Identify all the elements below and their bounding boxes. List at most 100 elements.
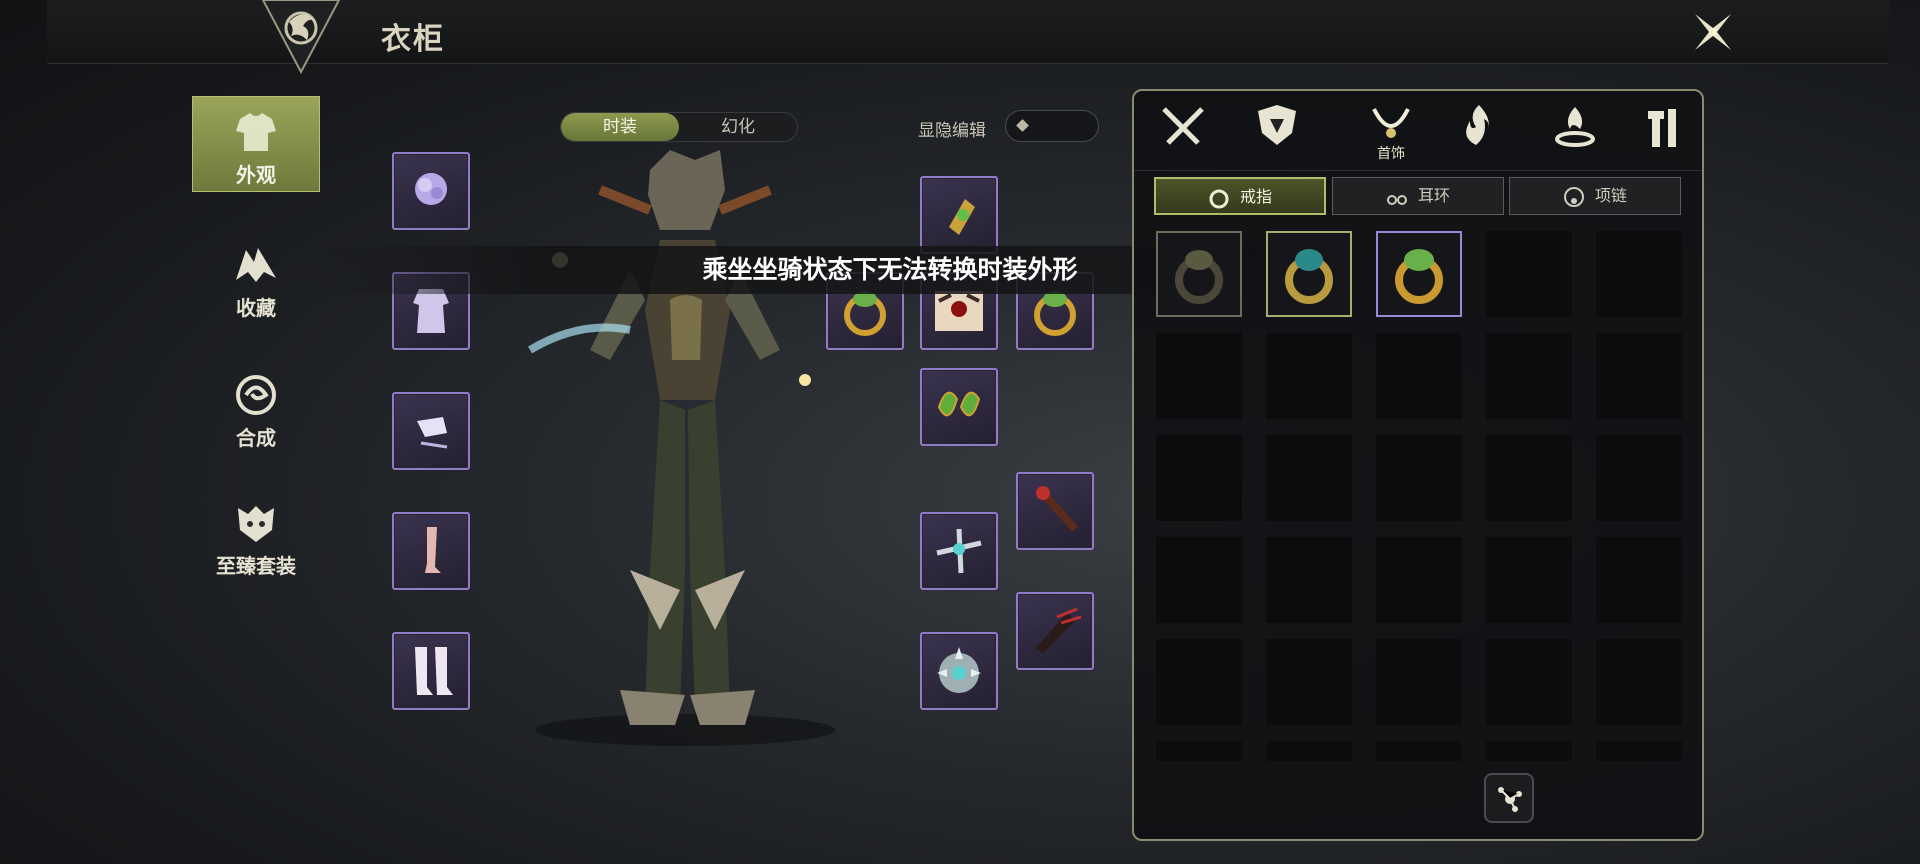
inventory-cell[interactable] xyxy=(1596,231,1682,317)
slot-boots[interactable] xyxy=(392,632,470,710)
page-title: 衣柜 xyxy=(381,22,445,57)
slot-amulet[interactable] xyxy=(920,176,998,254)
beast-head-icon xyxy=(238,506,274,542)
character-model xyxy=(527,150,835,746)
inventory-cell[interactable] xyxy=(1156,537,1242,623)
ring-dark-icon xyxy=(1175,250,1223,304)
slot-legs[interactable] xyxy=(392,512,470,590)
inventory-cell[interactable] xyxy=(1156,333,1242,419)
slot-earring[interactable] xyxy=(920,368,998,446)
tab-weapons[interactable] xyxy=(1148,99,1218,165)
earring-icon xyxy=(1386,194,1407,205)
nav-label: 外观 xyxy=(236,163,276,187)
inventory-cell[interactable] xyxy=(1596,435,1682,521)
subtab-earring-label: 耳环 xyxy=(1417,186,1450,205)
inventory-cell[interactable] xyxy=(1156,639,1242,725)
nav-item-synthesis[interactable]: 合成 xyxy=(192,360,320,456)
share-button[interactable] xyxy=(1484,773,1534,823)
slot-shield[interactable] xyxy=(920,632,998,710)
slot-crossbow[interactable] xyxy=(920,512,998,590)
close-icon[interactable] xyxy=(1689,8,1737,56)
swirl-icon xyxy=(236,375,276,415)
shield-icon xyxy=(937,647,981,693)
visibility-edit-label: 显隐编辑 xyxy=(918,121,986,141)
dragon-wing-icon xyxy=(236,248,276,282)
tab-fire-pit[interactable] xyxy=(1540,99,1610,165)
inventory-cell[interactable] xyxy=(1376,435,1462,521)
armor-crest-icon xyxy=(1258,105,1296,145)
amulet-icon xyxy=(949,199,975,235)
inventory-cell[interactable] xyxy=(1376,639,1462,725)
item-panel: 首饰 戒指 耳环 项链 xyxy=(1132,89,1704,841)
inventory-cell[interactable] xyxy=(1266,741,1352,761)
switch-knob xyxy=(1016,119,1029,132)
leaf-earring-icon xyxy=(937,391,981,417)
necklace-icon xyxy=(1372,108,1410,138)
inventory-cell[interactable] xyxy=(1596,639,1682,725)
inventory-cell[interactable] xyxy=(1596,537,1682,623)
inventory-cell[interactable] xyxy=(1596,741,1682,761)
slot-dark-weapon[interactable] xyxy=(1016,592,1094,670)
nav-item-supreme-set[interactable]: 至臻套装 xyxy=(192,488,320,584)
tab-tools[interactable] xyxy=(1630,99,1700,165)
nav-item-appearance[interactable]: 外观 xyxy=(192,96,320,192)
glove-icon xyxy=(417,417,448,449)
slot-headpiece[interactable] xyxy=(392,152,470,230)
nav-label: 收藏 xyxy=(236,296,276,320)
inventory-cell[interactable] xyxy=(1486,333,1572,419)
tab-armor[interactable] xyxy=(1242,99,1312,165)
mode-transmog-button[interactable]: 幻化 xyxy=(679,113,797,141)
inventory-cell[interactable] xyxy=(1156,231,1242,317)
tab-accessories-label: 首饰 xyxy=(1377,146,1405,162)
pendant-icon xyxy=(1563,186,1584,207)
subtab-necklace[interactable]: 项链 xyxy=(1509,177,1681,215)
visibility-edit-switch[interactable] xyxy=(1005,110,1099,142)
tab-flame[interactable] xyxy=(1444,99,1514,165)
crossbow-icon xyxy=(936,528,982,574)
subtab-ring[interactable]: 戒指 xyxy=(1154,177,1326,215)
inventory-cell[interactable] xyxy=(1376,741,1462,761)
inventory-cell[interactable] xyxy=(1486,231,1572,317)
armor-icon xyxy=(236,113,276,151)
inventory-cell[interactable] xyxy=(1376,537,1462,623)
tools-icon xyxy=(1648,109,1676,147)
inventory-cell[interactable] xyxy=(1266,435,1352,521)
leg-icon xyxy=(425,527,441,573)
inventory-cell[interactable] xyxy=(1266,639,1352,725)
slot-scepter[interactable] xyxy=(1016,472,1094,550)
crossed-swords-icon xyxy=(1162,107,1204,145)
slot-gloves[interactable] xyxy=(392,392,470,470)
ring-teal-gem-icon xyxy=(1285,249,1333,304)
nav-label: 合成 xyxy=(236,426,276,450)
dark-weapon-icon xyxy=(1035,607,1082,653)
inventory-cell[interactable] xyxy=(1486,537,1572,623)
mode-fashion-button[interactable]: 时装 xyxy=(561,113,679,141)
boots-icon xyxy=(415,647,453,695)
category-tabs: 首饰 xyxy=(1134,91,1702,171)
fire-pit-icon xyxy=(1555,107,1595,147)
subtab-necklace-label: 项链 xyxy=(1594,186,1627,205)
subtab-earring[interactable]: 耳环 xyxy=(1332,177,1504,215)
inventory-cell[interactable] xyxy=(1156,741,1242,761)
inventory-cell[interactable] xyxy=(1266,537,1352,623)
inventory-cell[interactable] xyxy=(1156,435,1242,521)
flame-icon xyxy=(1466,105,1489,145)
inventory-cell[interactable] xyxy=(1486,639,1572,725)
mode-toggle[interactable]: 时装 幻化 xyxy=(560,112,798,142)
top-bar: 衣柜 xyxy=(47,0,1889,74)
ring-green-gem-icon xyxy=(1395,249,1443,304)
inventory-cell[interactable] xyxy=(1266,231,1352,317)
inventory-cell[interactable] xyxy=(1376,333,1462,419)
tab-accessories[interactable]: 首饰 xyxy=(1356,99,1426,165)
dragon-emblem-icon xyxy=(261,0,341,74)
subtab-ring-label: 戒指 xyxy=(1239,187,1272,206)
flower-headpiece-icon xyxy=(415,173,447,205)
inventory-cell[interactable] xyxy=(1486,741,1572,761)
inventory-cell[interactable] xyxy=(1486,435,1572,521)
inventory-cell[interactable] xyxy=(1376,231,1462,317)
ring-outline-icon xyxy=(1209,189,1229,208)
nav-label: 至臻套装 xyxy=(216,554,296,578)
inventory-cell[interactable] xyxy=(1266,333,1352,419)
share-icon xyxy=(1498,787,1522,812)
inventory-cell[interactable] xyxy=(1596,333,1682,419)
